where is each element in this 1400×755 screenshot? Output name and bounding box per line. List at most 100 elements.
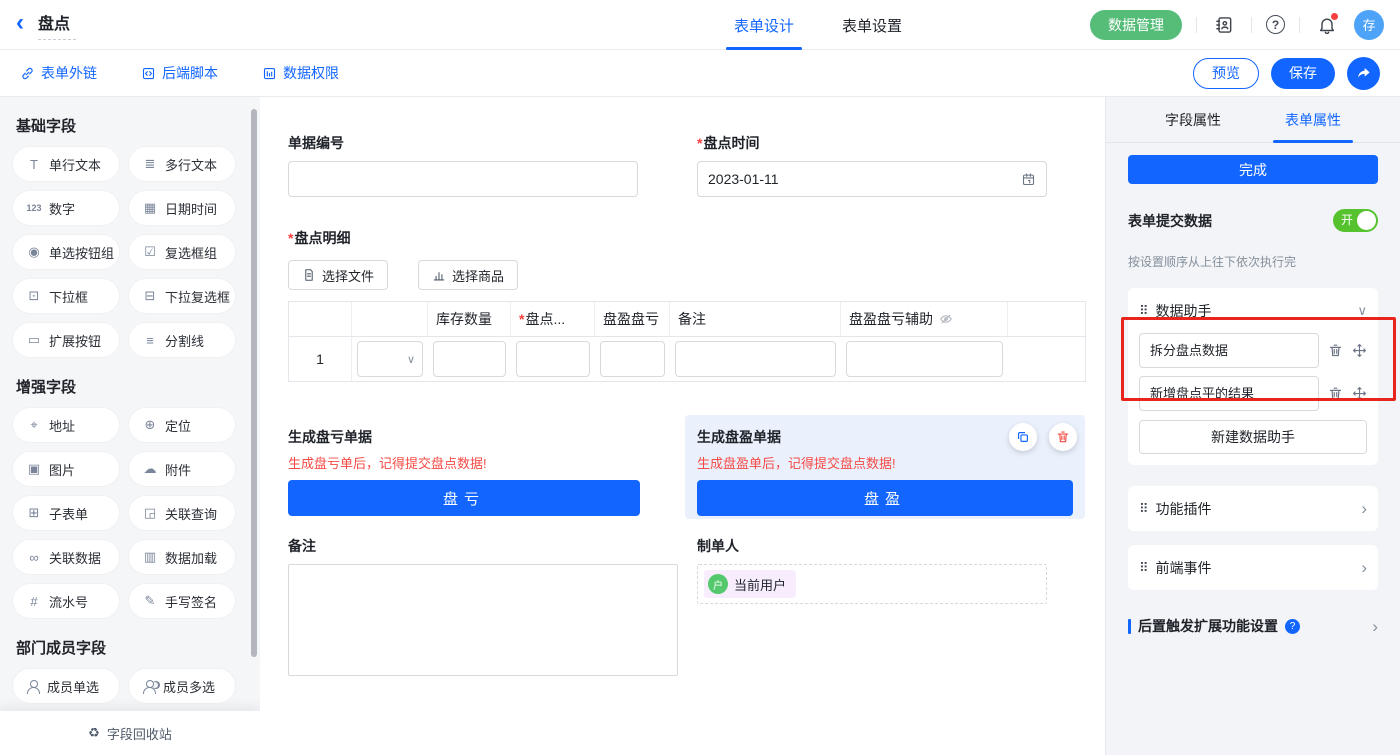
sidebar-item-signature[interactable]: ✎手写签名 <box>128 583 236 619</box>
header-stock-qty[interactable]: 库存数量 <box>428 302 511 336</box>
sidebar-item-radio-group[interactable]: ◉单选按钮组 <box>12 234 120 270</box>
move-assistant-handle[interactable] <box>1352 386 1367 401</box>
help-icon[interactable]: ? <box>1266 15 1285 34</box>
sidebar-item-serial-number[interactable]: #流水号 <box>12 583 120 619</box>
address-book-icon[interactable] <box>1211 12 1237 38</box>
plugin-card[interactable]: ⠿ 功能插件 › <box>1128 486 1378 531</box>
sidebar-item-multi-select[interactable]: ⊟下拉复选框 <box>128 278 236 314</box>
check-qty-input[interactable] <box>516 341 590 377</box>
sidebar-item-address[interactable]: ⌖地址 <box>12 407 120 443</box>
drag-handle-icon[interactable]: ⠿ <box>1139 560 1148 576</box>
gain-button[interactable]: 盘盈 <box>697 480 1073 516</box>
chevron-right-icon[interactable]: › <box>1361 559 1367 576</box>
assistant-item-split[interactable]: 拆分盘点数据 <box>1139 333 1319 368</box>
sidebar-item-extend-button[interactable]: ▭扩展按钮 <box>12 322 120 358</box>
sidebar-item-location[interactable]: ⊕定位 <box>128 407 236 443</box>
sidebar-item-linked-data[interactable]: ∞关联数据 <box>12 539 120 575</box>
tab-field-props[interactable]: 字段属性 <box>1161 97 1225 143</box>
select-goods-button[interactable]: 选择商品 <box>418 260 518 290</box>
item-dropdown[interactable]: ∨ <box>357 341 423 377</box>
delete-field-button[interactable] <box>1049 423 1077 451</box>
header-label: 库存数量 <box>436 309 492 329</box>
backend-script-link[interactable]: 后端脚本 <box>141 63 218 83</box>
frontend-event-card[interactable]: ⠿ 前端事件 › <box>1128 545 1378 590</box>
chevron-down-icon: ∨ <box>407 353 415 366</box>
stock-qty-input[interactable] <box>433 341 506 377</box>
field-recycle-bin[interactable]: ♻ 字段回收站 <box>0 711 260 755</box>
header-check-qty[interactable]: *盘点... <box>511 302 595 336</box>
delete-assistant-button[interactable] <box>1328 386 1343 401</box>
sidebar-item-linked-query[interactable]: ◲关联查询 <box>128 495 236 531</box>
sidebar-item-datetime[interactable]: ▦日期时间 <box>128 190 236 226</box>
save-button[interactable]: 保存 <box>1271 58 1335 89</box>
delete-assistant-button[interactable] <box>1328 343 1343 358</box>
chevron-right-icon[interactable]: › <box>1372 618 1378 635</box>
header-gain-loss-aux[interactable]: 盘盈盘亏辅助 <box>841 302 1008 336</box>
sidebar-item-single-line-text[interactable]: T单行文本 <box>12 146 120 182</box>
bill-number-input[interactable] <box>288 161 638 197</box>
submit-toggle-on[interactable]: 开 <box>1333 209 1378 232</box>
form-external-link[interactable]: 表单外链 <box>20 63 97 83</box>
share-button[interactable] <box>1347 57 1380 90</box>
tab-form-settings[interactable]: 表单设置 <box>834 0 910 50</box>
loss-card[interactable]: 生成盘亏单据 生成盘亏单后，记得提交盘点数据! 盘亏 <box>288 415 640 516</box>
sidebar-item-subform[interactable]: ⊞子表单 <box>12 495 120 531</box>
copy-field-button[interactable] <box>1009 423 1037 451</box>
drag-handle-icon[interactable]: ⠿ <box>1139 501 1148 517</box>
assistant-item-add-result[interactable]: 新增盘点平的结果 <box>1139 376 1319 411</box>
tab-form-design[interactable]: 表单设计 <box>726 0 802 50</box>
gain-loss-aux-input[interactable] <box>846 341 1003 377</box>
sidebar-item-member-single[interactable]: 成员单选 <box>12 668 120 704</box>
sidebar-item-member-multi[interactable]: 成员多选 <box>128 668 236 704</box>
back-icon[interactable]: ‹ <box>16 11 24 35</box>
sidebar-item-image[interactable]: ▣图片 <box>12 451 120 487</box>
sidebar-item-number[interactable]: 123数字 <box>12 190 120 226</box>
chevron-down-icon[interactable]: ∨ <box>1357 303 1367 319</box>
field-creator[interactable]: 制单人 户 当前用户 <box>697 536 1047 676</box>
post-trigger-section[interactable]: 后置触发扩展功能设置 ? › <box>1128 616 1378 636</box>
done-button[interactable]: 完成 <box>1128 155 1378 184</box>
script-icon <box>141 66 156 81</box>
notification-bell-icon[interactable] <box>1314 12 1340 38</box>
data-manage-button[interactable]: 数据管理 <box>1090 10 1182 40</box>
select-file-button[interactable]: 选择文件 <box>288 260 388 290</box>
preview-button[interactable]: 预览 <box>1193 58 1259 89</box>
header-remark[interactable]: 备注 <box>670 302 841 336</box>
pill-label: 扩展按钮 <box>49 331 101 350</box>
sidebar-item-checkbox-group[interactable]: ☑复选框组 <box>128 234 236 270</box>
loss-button[interactable]: 盘亏 <box>288 480 640 516</box>
form-title[interactable]: 盘点 <box>38 10 76 40</box>
help-icon[interactable]: ? <box>1285 619 1300 634</box>
multi-select-icon: ⊟ <box>142 288 158 304</box>
header-gain-loss[interactable]: 盘盈盘亏 <box>595 302 670 336</box>
data-assistant-header[interactable]: ⠿ 数据助手 ∨ <box>1139 297 1367 325</box>
topbar-right: 数据管理 ? 存 <box>1090 10 1384 40</box>
drag-handle-icon[interactable]: ⠿ <box>1139 303 1148 319</box>
header-label: 盘盈盘亏辅助 <box>849 309 933 329</box>
calendar-icon[interactable] <box>1021 172 1036 187</box>
link-label: 表单外链 <box>41 63 97 83</box>
field-bill-number[interactable]: 单据编号 <box>288 133 638 197</box>
sidebar-item-multi-line-text[interactable]: ≣多行文本 <box>128 146 236 182</box>
gain-loss-input[interactable] <box>600 341 665 377</box>
check-time-input[interactable]: 2023-01-11 <box>697 161 1047 197</box>
sidebar-item-divider[interactable]: ≡分割线 <box>128 322 236 358</box>
current-user-tag[interactable]: 户 当前用户 <box>704 570 796 598</box>
remark-textarea[interactable] <box>288 564 678 676</box>
tab-form-props[interactable]: 表单属性 <box>1281 97 1345 143</box>
sidebar-item-select[interactable]: ⊡下拉框 <box>12 278 120 314</box>
sidebar-item-data-load[interactable]: ▥数据加载 <box>128 539 236 575</box>
creator-input[interactable]: 户 当前用户 <box>697 564 1047 604</box>
field-check-time[interactable]: *盘点时间 2023-01-11 <box>697 133 1047 197</box>
sidebar-item-attachment[interactable]: ☁附件 <box>128 451 236 487</box>
data-permission-link[interactable]: 数据权限 <box>262 63 339 83</box>
chevron-right-icon[interactable]: › <box>1361 500 1367 517</box>
serial-icon: # <box>26 594 42 609</box>
row-remark-input[interactable] <box>675 341 836 377</box>
sidebar-scrollbar[interactable] <box>251 109 257 657</box>
new-data-assistant-button[interactable]: 新建数据助手 <box>1139 420 1367 454</box>
gain-card-selected[interactable]: 生成盘盈单据 生成盘盈单后，记得提交盘点数据! 盘盈 <box>685 415 1085 519</box>
field-remark[interactable]: 备注 <box>288 536 638 676</box>
user-avatar[interactable]: 存 <box>1354 10 1384 40</box>
move-assistant-handle[interactable] <box>1352 343 1367 358</box>
